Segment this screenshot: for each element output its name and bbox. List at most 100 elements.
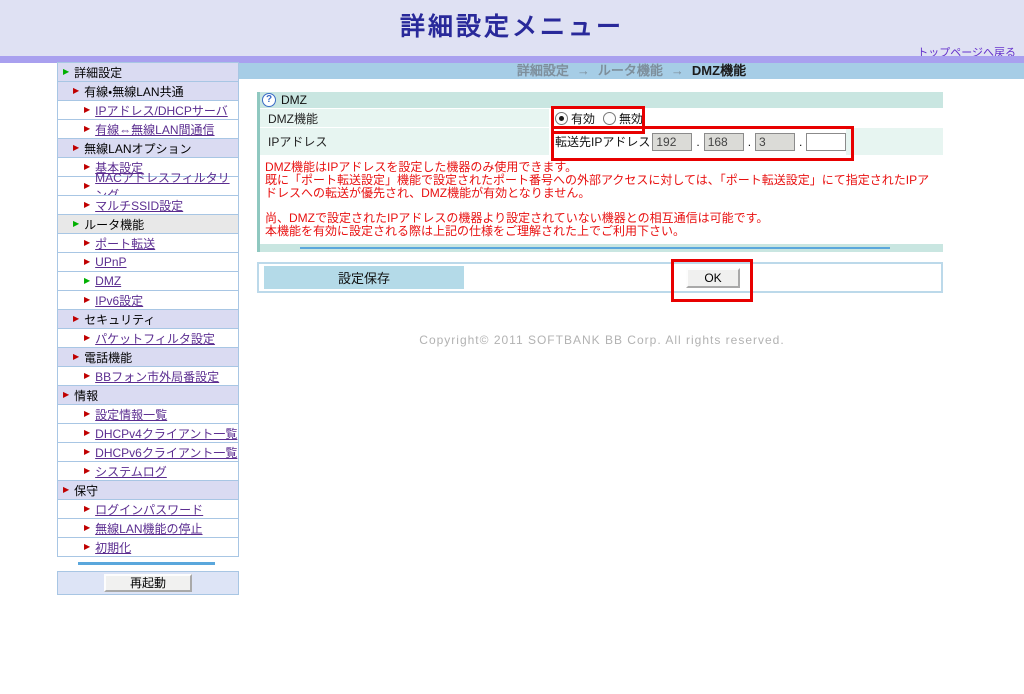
bullet-arrow-icon: ▶ [84, 125, 90, 133]
sidebar-item-label: 有線⇔無線LAN間通信 [95, 121, 214, 138]
sidebar-item-link[interactable]: ▶ DHCPv4クライアント一覧 [57, 423, 239, 443]
sidebar-item-section: ▶セキュリティ [57, 309, 239, 329]
sidebar-item-label: 情報 [74, 387, 98, 404]
sidebar-item-link[interactable]: ▶ IPv6設定 [57, 290, 239, 310]
sidebar-item-section: ▶情報 [57, 385, 239, 405]
breadcrumb-arrow-icon: → [577, 63, 590, 78]
bullet-arrow-icon: ▶ [84, 163, 90, 171]
ip-octet-input [755, 133, 795, 151]
warning-text-line: 本機能を有効に設定される際は上記の仕様をご理解された上でご利用下さい。 [265, 225, 937, 238]
sidebar-item-link[interactable]: ▶ DHCPv6クライアント一覧 [57, 442, 239, 462]
bullet-arrow-icon: ▶ [84, 258, 90, 266]
sidebar-item-section: ▶ 保守 [57, 480, 239, 500]
bullet-arrow-icon: ▶ [63, 486, 69, 494]
sidebar-item-label: セキュリティ [84, 311, 155, 328]
bullet-arrow-icon: ▶ [84, 505, 90, 513]
sidebar-item-label: ログインパスワード [95, 501, 203, 518]
bullet-arrow-icon: ▶ [84, 467, 90, 475]
sidebar-nav: ▶ 詳細設定▶有線・無線LAN共通 ▶ IPアドレス/DHCPサーバ ▶ 有線⇔無線LAN… [57, 63, 239, 557]
sidebar-item-label: マルチSSID設定 [95, 197, 183, 214]
breadcrumb-item: DMZ機能 [692, 63, 746, 78]
save-settings-label: 設定保存 [264, 266, 464, 289]
bullet-arrow-icon: ▶ [84, 296, 90, 304]
sidebar-item-label: システムログ [95, 463, 167, 480]
breadcrumb-item: ルータ機能 [598, 63, 663, 78]
content-divider-line [300, 247, 890, 249]
ip-octet-input [704, 133, 744, 151]
sidebar-item-section: ▶有線・無線LAN共通 [57, 81, 239, 101]
sidebar-item-section: ▶ ルータ機能 [57, 214, 239, 234]
bullet-arrow-icon: ▶ [84, 410, 90, 418]
sidebar-separator [78, 562, 215, 565]
bullet-arrow-icon: ▶ [63, 68, 69, 76]
octet-separator: . [696, 135, 699, 149]
bullet-arrow-icon: ▶ [84, 106, 90, 114]
sidebar-item-link[interactable]: ▶UPnP [57, 252, 239, 272]
save-settings-row: 設定保存 OK [257, 262, 943, 293]
sidebar-item-label: 設定情報一覧 [95, 406, 167, 423]
dmz-section-header: ? DMZ [260, 92, 943, 108]
sidebar-item-link[interactable]: ▶MACアドレスフィルタリング [57, 176, 239, 196]
bullet-arrow-icon: ▶ [84, 277, 90, 285]
sidebar-item-link[interactable]: ▶ システムログ [57, 461, 239, 481]
sidebar-item-label: パケットフィルタ設定 [95, 330, 215, 347]
sidebar-item-label: ルータ機能 [84, 216, 144, 233]
bullet-arrow-icon: ▶ [84, 372, 90, 380]
bullet-arrow-icon: ▶ [84, 429, 90, 437]
radio-option[interactable]: 無効 [603, 110, 643, 127]
sidebar-item-label: DHCPv4クライアント一覧 [95, 425, 237, 442]
sidebar-item-label: 無線LANオプション [84, 140, 191, 157]
radio-icon[interactable] [555, 112, 568, 125]
radio-label: 無効 [619, 110, 643, 127]
breadcrumb-item: 詳細設定 [517, 63, 569, 78]
breadcrumb-arrow-icon: → [671, 63, 684, 78]
octet-separator: . [799, 135, 802, 149]
sidebar-item-link[interactable]: ▶ 有線⇔無線LAN間通信 [57, 119, 239, 139]
sidebar-item-link[interactable]: ▶ BBフォン市外局番設定 [57, 366, 239, 386]
sidebar-item-link[interactable]: ▶ IPアドレス/DHCPサーバ [57, 100, 239, 120]
bullet-arrow-icon: ▶ [84, 524, 90, 532]
row-filler [846, 128, 943, 155]
page-title: 詳細設定メニュー [0, 0, 1024, 43]
sidebar-item-label: 電話機能 [84, 349, 132, 366]
dmz-feature-row: DMZ機能 有効 無効 [260, 108, 943, 127]
sidebar-item-link[interactable]: ▶ 設定情報一覧 [57, 404, 239, 424]
sidebar-item-label: BBフォン市外局番設定 [95, 368, 219, 385]
radio-label: 有効 [571, 110, 595, 127]
sidebar-item-link[interactable]: ▶ DMZ [57, 271, 239, 291]
reboot-panel: 再起動 [57, 571, 239, 595]
page-header: 詳細設定メニュー [0, 0, 1024, 56]
reboot-button[interactable]: 再起動 [104, 574, 192, 592]
sidebar-item-link[interactable]: ▶ポート転送 [57, 233, 239, 253]
radio-icon[interactable] [603, 112, 616, 125]
sidebar-item-section: ▶ 電話機能 [57, 347, 239, 367]
ip-octet-input [652, 133, 692, 151]
sidebar-item-label: DHCPv6クライアント一覧 [95, 444, 237, 461]
ip-octet-input[interactable] [806, 133, 846, 151]
radio-option[interactable]: 有効 [555, 110, 595, 127]
sidebar-item-link[interactable]: ▶無線LAN機能の停止 [57, 518, 239, 538]
sidebar-item-link[interactable]: ▶マルチSSID設定 [57, 195, 239, 215]
bullet-arrow-icon: ▶ [84, 448, 90, 456]
bullet-arrow-icon: ▶ [84, 543, 90, 551]
sidebar-item-label: IPv6設定 [95, 292, 143, 309]
sidebar-item-section: ▶無線LANオプション [57, 138, 239, 158]
sidebar-item-link[interactable]: ▶初期化 [57, 537, 239, 557]
sidebar-item-link[interactable]: ▶ ログインパスワード [57, 499, 239, 519]
sidebar-item-label: 詳細設定 [74, 64, 122, 81]
bullet-arrow-icon: ▶ [84, 334, 90, 342]
bullet-arrow-icon: ▶ [84, 182, 90, 190]
ip-octet-group: ... [650, 133, 846, 151]
bullet-arrow-icon: ▶ [73, 220, 79, 228]
forward-ip-field-label: 転送先IPアドレス [555, 133, 650, 150]
sidebar-item-label: IPアドレス/DHCPサーバ [95, 102, 228, 119]
sidebar-item-label: 保守 [74, 482, 98, 499]
sidebar-item-label: ポート転送 [95, 235, 155, 252]
dmz-feature-label: DMZ機能 [260, 109, 549, 127]
bullet-arrow-icon: ▶ [73, 353, 79, 361]
ok-button[interactable]: OK [686, 268, 740, 288]
sidebar-item-link[interactable]: ▶ パケットフィルタ設定 [57, 328, 239, 348]
dmz-ip-row: IPアドレス 転送先IPアドレス ... [260, 127, 943, 155]
sidebar-item-label: DMZ [95, 274, 121, 288]
dmz-ip-label: IPアドレス [260, 128, 549, 155]
